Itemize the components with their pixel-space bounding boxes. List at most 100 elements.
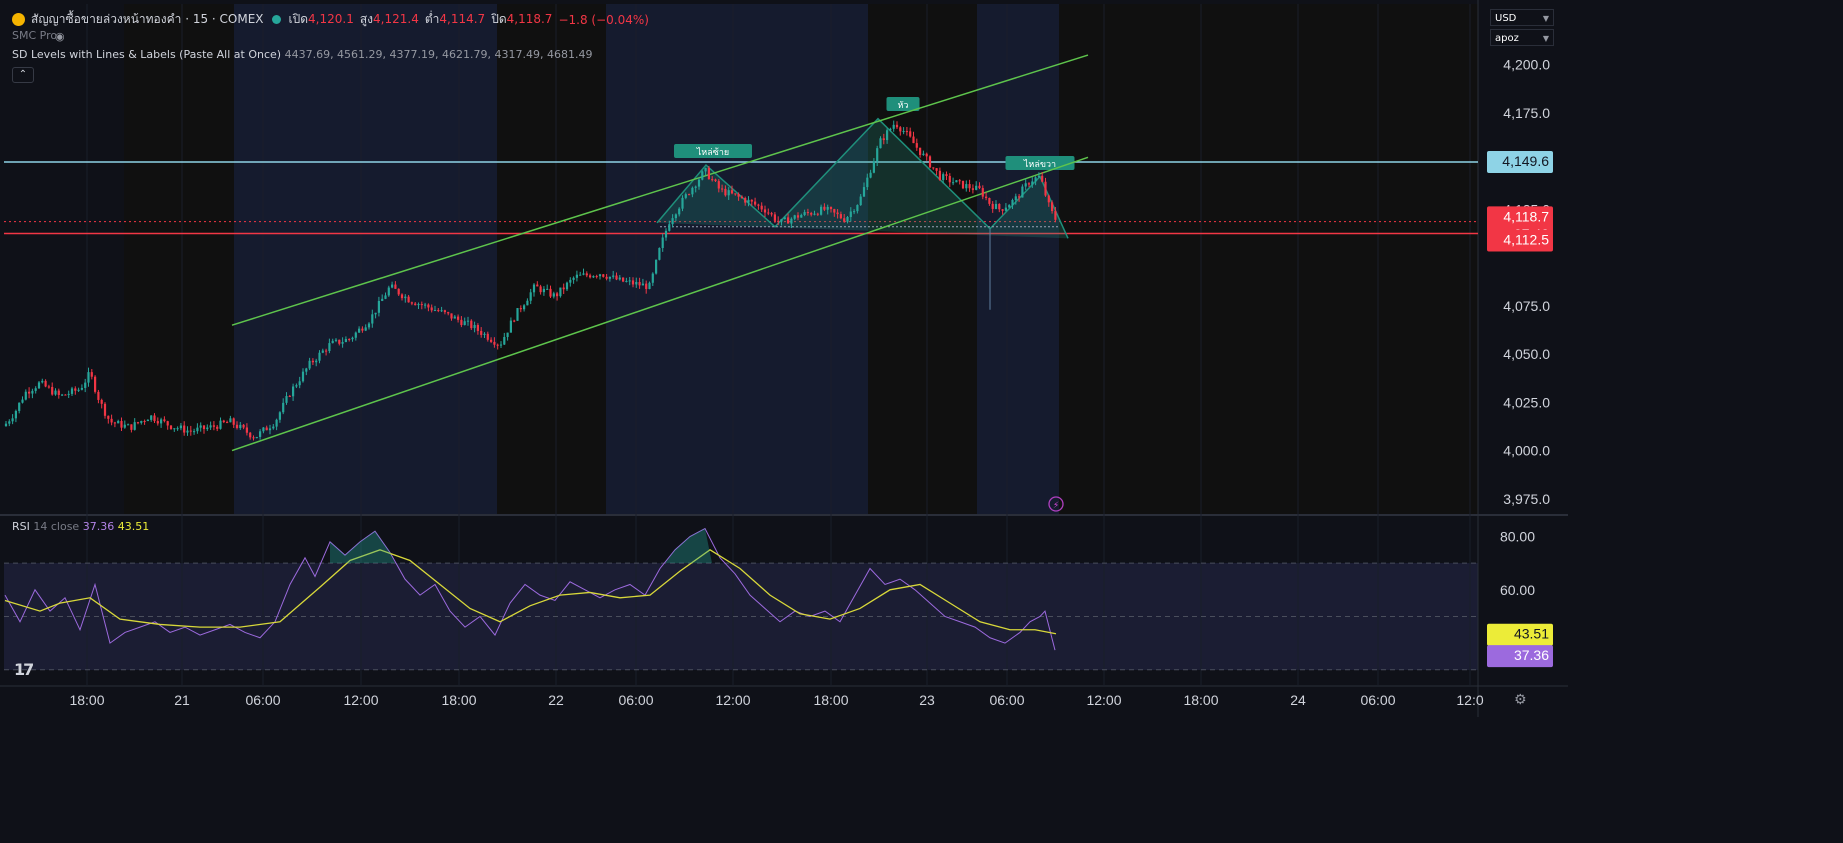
candle-body: [358, 328, 361, 333]
candle-body: [1037, 175, 1040, 178]
candle-body: [628, 280, 631, 282]
candle-body: [994, 203, 998, 209]
candle-body: [298, 381, 301, 386]
candle-body: [684, 194, 687, 198]
time-tick: 23: [919, 692, 935, 708]
candle-body: [440, 310, 443, 312]
candle-body: [641, 283, 644, 286]
rsi-ma-value: 43.51: [117, 520, 150, 533]
candle-body: [466, 320, 470, 322]
candle-body: [377, 300, 380, 313]
candle-body: [902, 131, 905, 133]
candle-body: [1018, 196, 1021, 198]
candle-body: [793, 215, 796, 219]
candle-body: [516, 308, 519, 321]
settings-gear-icon[interactable]: ⚙: [1514, 692, 1527, 708]
candle-body: [787, 217, 790, 224]
time-tick: 18:00: [813, 692, 848, 708]
rsi-value: 37.36: [82, 520, 115, 533]
candle-body: [806, 212, 809, 214]
candle-body: [259, 431, 262, 438]
rsi-legend[interactable]: RSI 14 close 37.36 43.51: [12, 520, 149, 533]
candle-body: [8, 421, 11, 424]
candle-body: [833, 209, 836, 213]
candle-body: [635, 282, 638, 285]
candle-body: [394, 284, 397, 289]
candle-body: [328, 343, 331, 352]
candle-body: [387, 287, 390, 296]
time-tick: 22: [548, 692, 564, 708]
close-value: 4,118.7: [506, 12, 553, 26]
smc-indicator-label[interactable]: SMC Pro: [12, 29, 57, 42]
currency-select[interactable]: USD ▼: [1490, 9, 1554, 26]
pattern-label: ไหล่ขวา: [1023, 159, 1056, 170]
candle-body: [278, 412, 281, 420]
candle-body: [384, 295, 387, 299]
candle-body: [813, 213, 816, 215]
candle-body: [476, 325, 479, 331]
candle-body: [575, 274, 578, 278]
candle-body: [879, 138, 882, 149]
candle-body: [301, 371, 305, 382]
candle-body: [747, 199, 750, 203]
candle-body: [110, 418, 113, 423]
sd-indicator-legend[interactable]: SD Levels with Lines & Labels (Paste All…: [12, 48, 592, 61]
chevron-down-icon: ▼: [1542, 34, 1549, 43]
candle-body: [942, 174, 945, 180]
time-tick: 18:00: [1183, 692, 1218, 708]
price-tick: 4,050.0: [1503, 346, 1550, 362]
candle-body: [856, 205, 859, 212]
candle-body: [800, 214, 803, 218]
candle-body: [262, 427, 265, 432]
candle-body: [523, 305, 526, 310]
candle-body: [1021, 186, 1024, 198]
candle-body: [592, 276, 595, 278]
candle-body: [869, 172, 872, 178]
candle-body: [146, 419, 149, 422]
symbol-title[interactable]: สัญญาซื้อขายล่วงหน้าทองคำ · 15 · COMEX: [31, 10, 264, 29]
candle-body: [176, 428, 179, 430]
candle-body: [625, 280, 628, 282]
change-value: −1.8 (−0.04%): [558, 12, 649, 27]
candle-body: [275, 419, 278, 427]
candle-body: [117, 420, 120, 424]
candle-body: [975, 185, 978, 190]
sd-indicator-name: SD Levels with Lines & Labels (Paste All…: [12, 48, 282, 61]
candle-body: [549, 288, 552, 297]
candle-body: [757, 204, 760, 206]
candle-body: [18, 402, 21, 411]
candle-body: [938, 170, 941, 180]
candle-body: [503, 336, 506, 345]
candle-body: [226, 422, 229, 424]
collapse-legend-button[interactable]: ⌃: [12, 67, 34, 83]
candle-body: [529, 292, 532, 301]
candle-body: [536, 284, 539, 287]
candle-body: [780, 219, 783, 222]
time-tick: 18:00: [441, 692, 476, 708]
candle-body: [816, 213, 819, 215]
candle-body: [615, 275, 618, 280]
candle-body: [420, 304, 423, 306]
candle-body: [803, 212, 806, 215]
pattern-label: ไหล่ซ้าย: [696, 147, 729, 158]
tradingview-logo[interactable]: 17: [14, 660, 34, 679]
candle-body: [189, 430, 192, 432]
candle-body: [866, 177, 869, 188]
candle-body: [631, 280, 635, 285]
candle-body: [612, 275, 615, 277]
candle-body: [909, 131, 912, 137]
candle-body: [31, 390, 34, 394]
candle-body: [245, 427, 248, 433]
eye-icon[interactable]: ◉: [55, 30, 65, 43]
candle-body: [697, 179, 701, 187]
candle-body: [678, 208, 681, 215]
candle-body: [404, 296, 407, 299]
candle-body: [727, 190, 730, 196]
candle-body: [668, 224, 671, 231]
account-select[interactable]: apoz ▼: [1490, 29, 1554, 46]
chart-canvas[interactable]: ไหล่ซ้ายหัวไหล่ขวา ⚡ 4,200.04,175.04,125…: [0, 0, 1568, 717]
candle-body: [1011, 199, 1014, 206]
time-tick: 18:00: [69, 692, 104, 708]
sd-indicator-values: 4437.69, 4561.29, 4377.19, 4621.79, 4317…: [284, 48, 593, 61]
session-shade: [497, 4, 606, 514]
